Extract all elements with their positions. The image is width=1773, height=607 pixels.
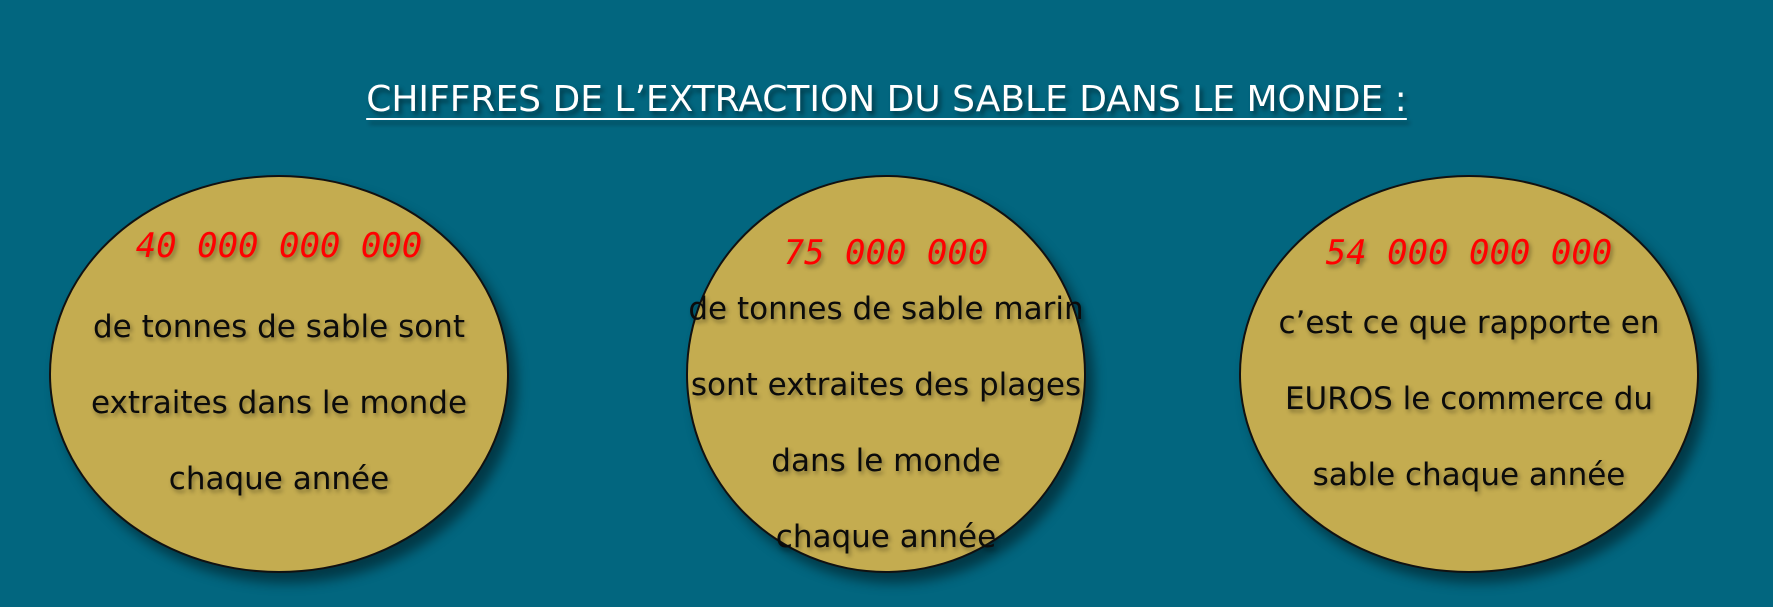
page-title: CHIFFRES DE L’EXTRACTION DU SABLE DANS L…	[366, 79, 1407, 120]
stat-number: 54 000 000 000	[1325, 233, 1613, 273]
stat-description-line: sable chaque année	[1312, 457, 1626, 493]
stat-description-line: c’est ce que rapporte en	[1278, 305, 1660, 341]
stat-description-line: EUROS le commerce du	[1284, 381, 1654, 417]
stat-number: 75 000 000	[783, 233, 989, 273]
stat-description-line: de tonnes de sable marin	[688, 291, 1084, 327]
stat-number: 40 000 000 000	[135, 226, 423, 266]
stat-description-line: dans le monde	[771, 443, 1001, 479]
stat-description-line: extraites dans le monde	[90, 385, 468, 421]
stat-description-line: chaque année	[168, 461, 390, 497]
stat-description-line: sont extraites des plages	[690, 367, 1082, 403]
stat-description-line: chaque année	[775, 519, 997, 555]
stat-description-line: de tonnes de sable sont	[93, 309, 465, 345]
